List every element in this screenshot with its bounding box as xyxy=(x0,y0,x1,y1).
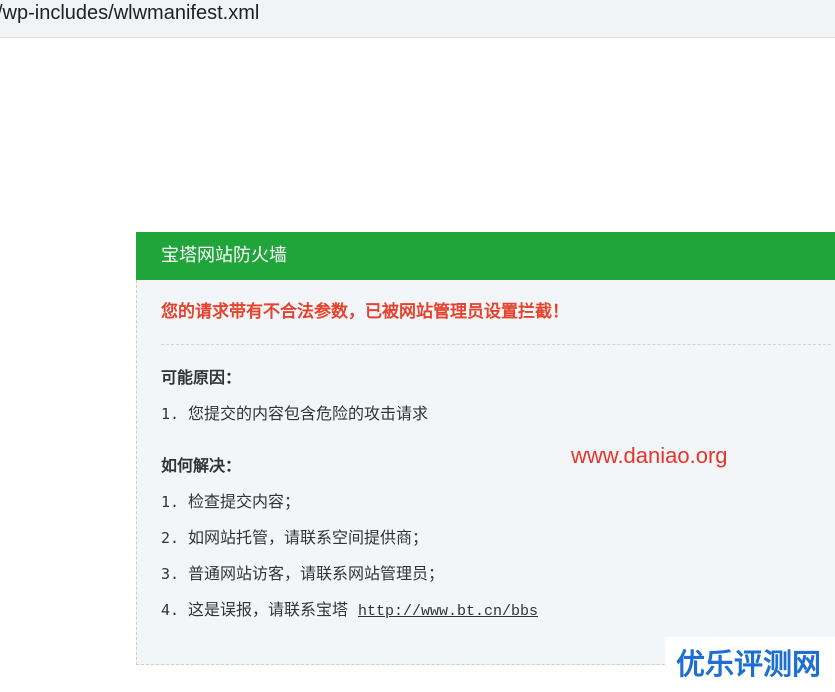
solution-number: 2. xyxy=(161,529,180,547)
solution-item: 4. 这是误报，请联系宝塔 http://www.bt.cn/bbs xyxy=(161,599,538,623)
solutions-heading: 如何解决： xyxy=(161,456,242,475)
solution-text: 如网站托管，请联系空间提供商； xyxy=(188,528,429,547)
solution-number: 1. xyxy=(161,493,180,511)
solution-number: 3. xyxy=(161,565,180,583)
firewall-panel: 宝塔网站防火墙 您的请求带有不合法参数，已被网站管理员设置拦截！ 可能原因： 1… xyxy=(136,232,835,665)
site-watermark: www.daniao.org xyxy=(571,443,728,468)
reason-item: 1. 您提交的内容包含危险的攻击请求 xyxy=(161,403,428,425)
block-message: 您的请求带有不合法参数，已被网站管理员设置拦截！ xyxy=(161,302,569,322)
solution-text: 检查提交内容； xyxy=(188,492,301,511)
bt-forum-link[interactable]: http://www.bt.cn/bbs xyxy=(358,603,538,620)
firewall-body: 您的请求带有不合法参数，已被网站管理员设置拦截！ 可能原因： 1. 您提交的内容包… xyxy=(136,280,835,665)
solution-item: 2. 如网站托管，请联系空间提供商； xyxy=(161,527,428,549)
firewall-title: 宝塔网站防火墙 xyxy=(136,232,835,280)
reason-number: 1. xyxy=(161,405,180,423)
address-bar-url[interactable]: /wp-includes/wlwmanifest.xml xyxy=(0,0,259,26)
solution-number: 4. xyxy=(161,601,180,619)
divider xyxy=(161,344,831,345)
solution-text: 这是误报，请联系宝塔 xyxy=(188,600,349,619)
brand-watermark: 优乐评测网 xyxy=(665,637,835,692)
solution-text: 普通网站访客，请联系网站管理员； xyxy=(188,564,445,583)
solution-item: 3. 普通网站访客，请联系网站管理员； xyxy=(161,563,444,585)
reason-text: 您提交的内容包含危险的攻击请求 xyxy=(188,404,429,423)
reasons-heading: 可能原因： xyxy=(161,368,242,387)
address-bar[interactable]: /wp-includes/wlwmanifest.xml xyxy=(0,0,835,38)
solution-item: 1. 检查提交内容； xyxy=(161,491,300,513)
